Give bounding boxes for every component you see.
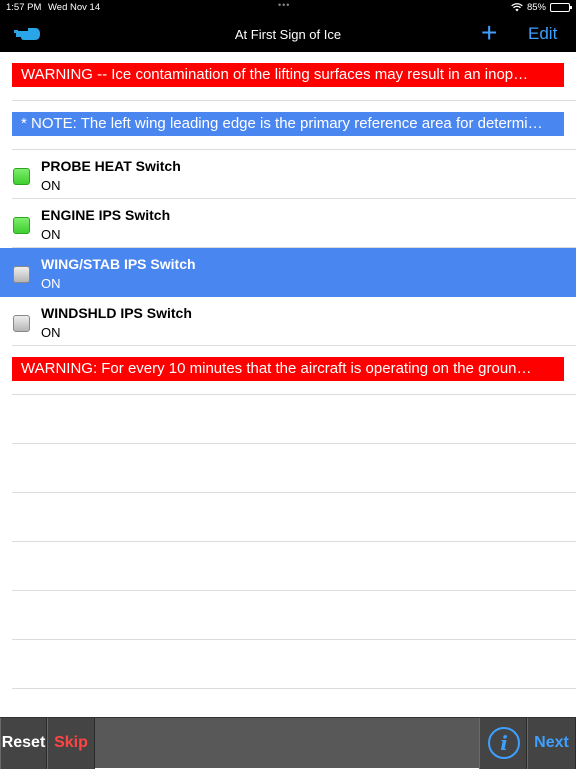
empty-row xyxy=(0,493,576,542)
checklist-item-windshld-ips[interactable]: WINDSHLD IPS Switch ON xyxy=(0,297,576,346)
add-button[interactable]: + xyxy=(481,18,497,48)
checkbox-unchecked-icon[interactable] xyxy=(13,315,30,332)
wifi-icon xyxy=(511,3,523,12)
note-banner: * NOTE: The left wing leading edge is th… xyxy=(12,112,564,136)
info-button[interactable]: i xyxy=(479,718,527,769)
item-value: ON xyxy=(41,276,61,291)
battery-percent: 85% xyxy=(526,2,546,13)
empty-row xyxy=(0,640,576,689)
status-time: 1:57 PM xyxy=(6,2,42,13)
empty-row xyxy=(0,395,576,444)
item-title: WINDSHLD IPS Switch xyxy=(41,305,192,321)
empty-row xyxy=(0,542,576,591)
checkbox-checked-icon[interactable] xyxy=(13,217,30,234)
empty-row xyxy=(0,591,576,640)
checklist: WARNING -- Ice contamination of the lift… xyxy=(0,52,576,717)
item-value: ON xyxy=(41,178,61,193)
next-button[interactable]: Next xyxy=(527,718,576,769)
item-value: ON xyxy=(41,325,61,340)
bottom-toolbar: Reset Skip i Next xyxy=(0,717,576,769)
skip-button[interactable]: Skip xyxy=(47,718,95,769)
status-right: 85% xyxy=(511,2,572,13)
warning-row-ground-operation[interactable]: WARNING: For every 10 minutes that the a… xyxy=(0,346,576,395)
checklist-item-probe-heat[interactable]: PROBE HEAT Switch ON xyxy=(0,150,576,199)
warning-banner: WARNING -- Ice contamination of the lift… xyxy=(12,63,564,87)
battery-icon xyxy=(550,3,572,12)
warning-banner: WARNING: For every 10 minutes that the a… xyxy=(12,357,564,381)
info-icon: i xyxy=(488,727,520,759)
status-date: Wed Nov 14 xyxy=(48,2,101,13)
item-value: ON xyxy=(41,227,61,242)
item-title: PROBE HEAT Switch xyxy=(41,158,181,174)
note-row-left-wing[interactable]: * NOTE: The left wing leading edge is th… xyxy=(0,101,576,150)
reset-button[interactable]: Reset xyxy=(0,718,47,769)
warning-row-ice-contamination[interactable]: WARNING -- Ice contamination of the lift… xyxy=(0,52,576,101)
status-bar: 1:57 PM Wed Nov 14 ••• 85% xyxy=(0,0,576,16)
nav-bar: At First Sign of Ice + Edit xyxy=(0,16,576,52)
item-title: WING/STAB IPS Switch xyxy=(41,256,196,272)
multitask-dots: ••• xyxy=(278,0,291,10)
empty-row xyxy=(0,444,576,493)
item-title: ENGINE IPS Switch xyxy=(41,207,171,223)
checkbox-unchecked-icon[interactable] xyxy=(13,266,30,283)
checklist-item-engine-ips[interactable]: ENGINE IPS Switch ON xyxy=(0,199,576,248)
edit-button[interactable]: Edit xyxy=(528,24,557,44)
checkbox-checked-icon[interactable] xyxy=(13,168,30,185)
checklist-item-wing-stab-ips[interactable]: WING/STAB IPS Switch ON xyxy=(0,248,576,297)
